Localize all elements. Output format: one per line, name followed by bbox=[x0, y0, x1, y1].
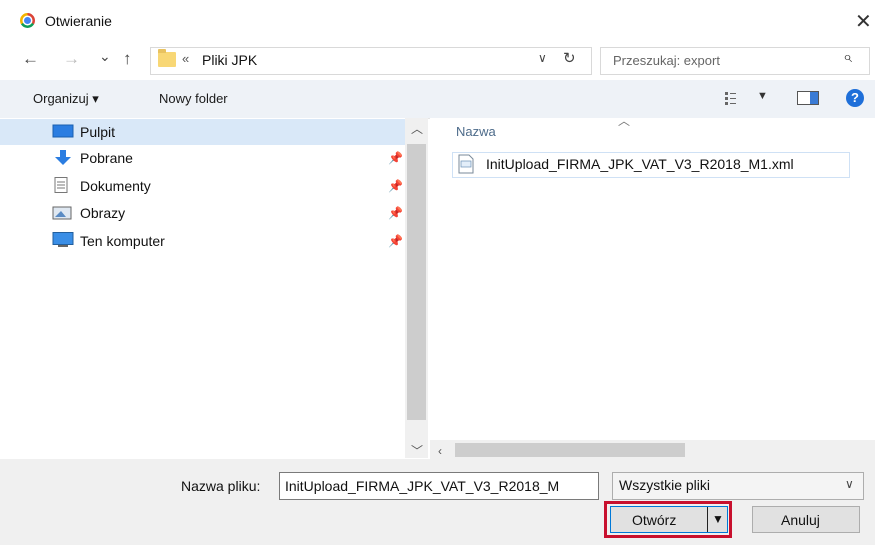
documents-icon bbox=[54, 177, 68, 193]
preview-pane-icon[interactable] bbox=[797, 91, 819, 105]
recent-locations-icon[interactable]: ⌄ bbox=[99, 48, 111, 65]
scroll-down-icon[interactable]: ﹀ bbox=[411, 442, 423, 459]
file-name: InitUpload_FIRMA_JPK_VAT_V3_R2018_M1.xml bbox=[486, 156, 794, 172]
pin-icon[interactable]: 📌 bbox=[388, 179, 403, 193]
breadcrumb[interactable]: Pliki JPK bbox=[202, 52, 257, 68]
sidebar-item-label: Pulpit bbox=[80, 124, 116, 140]
sidebar-item-label: Dokumenty bbox=[80, 178, 151, 194]
folder-icon bbox=[158, 49, 176, 67]
horizontal-scrollbar-thumb[interactable] bbox=[455, 443, 685, 457]
breadcrumb-overflow-icon[interactable]: « bbox=[182, 51, 189, 66]
organize-button[interactable]: Organizuj ▾ bbox=[33, 91, 99, 107]
forward-icon[interactable]: → bbox=[63, 49, 80, 69]
search-icon[interactable]: ⌕ bbox=[843, 49, 852, 67]
open-dropdown-icon[interactable]: ▼ bbox=[712, 512, 724, 526]
back-icon[interactable]: ← bbox=[22, 49, 39, 69]
window-title: Otwieranie bbox=[45, 13, 112, 29]
pictures-icon bbox=[52, 206, 72, 220]
filename-value: InitUpload_FIRMA_JPK_VAT_V3_R2018_M bbox=[285, 478, 560, 494]
close-icon[interactable]: ✕ bbox=[855, 9, 872, 34]
sidebar-scrollbar-thumb[interactable] bbox=[407, 144, 426, 420]
chevron-down-icon[interactable]: ∨ bbox=[845, 477, 854, 491]
column-header-name[interactable]: Nazwa bbox=[456, 124, 496, 139]
download-icon bbox=[55, 150, 71, 165]
pin-icon[interactable]: 📌 bbox=[388, 234, 403, 248]
file-type-value: Wszystkie pliki bbox=[619, 477, 711, 493]
scroll-up-icon[interactable]: ︿ bbox=[411, 120, 423, 137]
chrome-icon bbox=[20, 13, 35, 28]
open-button-divider bbox=[707, 507, 708, 532]
view-options-icon[interactable] bbox=[725, 91, 745, 105]
sidebar-item-label: Obrazy bbox=[80, 205, 126, 221]
open-button-label: Otwórz bbox=[632, 512, 677, 528]
refresh-icon[interactable]: ↻ bbox=[563, 49, 576, 67]
filename-label: Nazwa pliku: bbox=[181, 478, 261, 494]
help-icon[interactable]: ? bbox=[846, 89, 864, 107]
desktop-icon bbox=[52, 124, 74, 138]
pin-icon[interactable]: 📌 bbox=[388, 206, 403, 220]
sort-indicator-icon: ︿ bbox=[618, 114, 631, 128]
view-dropdown-icon[interactable]: ▼ bbox=[757, 90, 768, 102]
new-folder-button[interactable]: Nowy folder bbox=[159, 91, 228, 106]
scroll-left-icon[interactable]: ‹ bbox=[438, 444, 442, 458]
search-placeholder: Przeszukaj: export bbox=[613, 53, 720, 68]
up-icon[interactable]: ↑ bbox=[123, 49, 132, 69]
sidebar-item-label: Ten komputer bbox=[80, 233, 165, 249]
sidebar-item-label: Pobrane bbox=[80, 150, 133, 166]
chevron-down-icon[interactable]: ∨ bbox=[538, 51, 547, 65]
xml-file-icon bbox=[458, 154, 474, 174]
pin-icon[interactable]: 📌 bbox=[388, 151, 403, 165]
computer-icon bbox=[52, 232, 74, 247]
title-bar bbox=[0, 0, 875, 44]
cancel-button-label: Anuluj bbox=[781, 512, 820, 528]
